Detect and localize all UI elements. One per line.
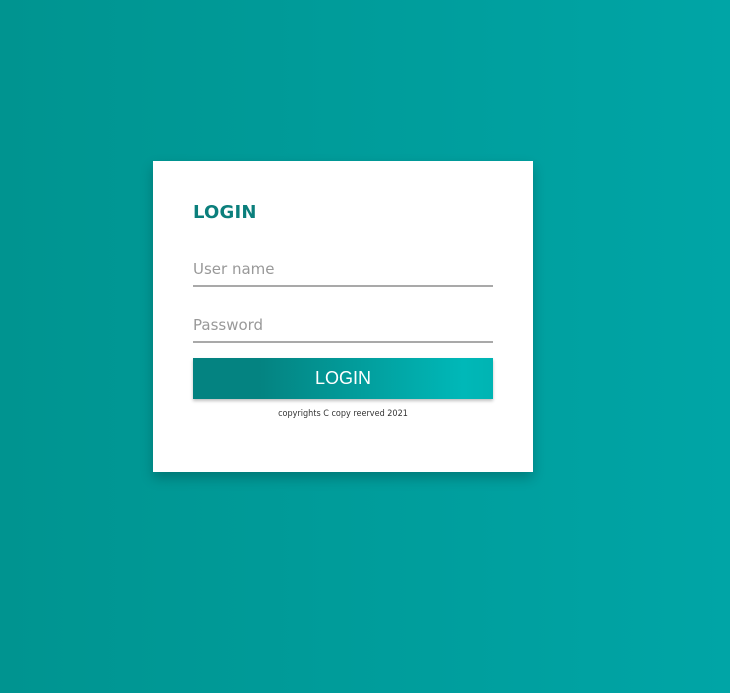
username-input[interactable] [193, 253, 493, 287]
copyright-text: copyrights C copy reerved 2021 [278, 409, 408, 419]
login-button[interactable]: LOGIN [193, 358, 493, 399]
login-card: LOGIN LOGIN copyrights C copy reerved 20… [153, 161, 533, 472]
password-input[interactable] [193, 309, 493, 343]
login-title: LOGIN [193, 202, 257, 223]
